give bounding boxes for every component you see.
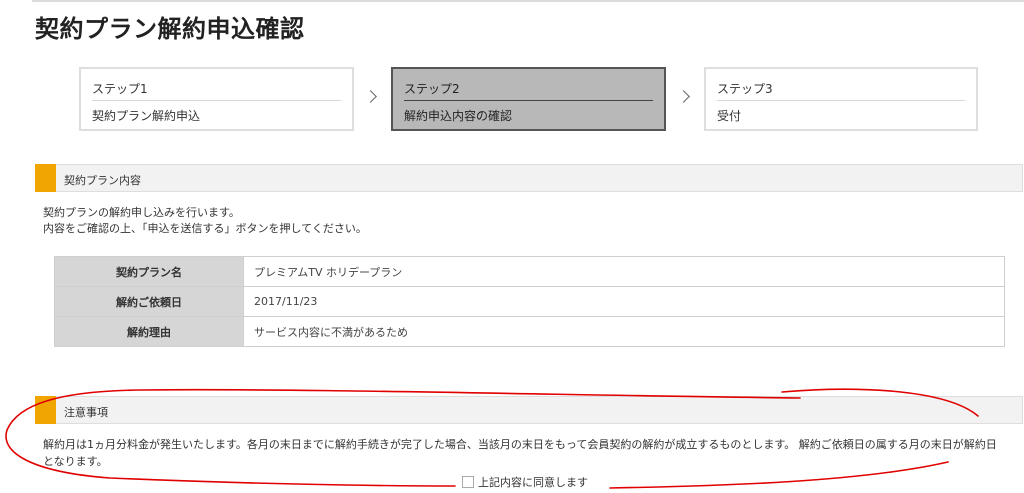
step-2-current: ステップ2 解約申込内容の確認 — [391, 67, 666, 131]
row-value: 2017/11/23 — [243, 286, 1005, 317]
row-value: プレミアムTV ホリデープラン — [243, 256, 1005, 287]
step-number: ステップ2 — [404, 82, 460, 96]
notice-section-header: 注意事項 — [35, 396, 1023, 424]
step-divider — [92, 100, 341, 101]
row-label: 解約理由 — [54, 316, 244, 347]
plan-section-header: 契約プラン内容 — [35, 164, 1023, 192]
step-divider — [717, 100, 965, 101]
step-1: ステップ1 契約プラン解約申込 — [79, 67, 354, 131]
chevron-right-icon — [677, 90, 690, 103]
description-line: 内容をご確認の上、「申込を送信する」ボタンを押してください。 — [43, 222, 367, 235]
top-divider — [32, 0, 1024, 2]
agree-checkbox-row[interactable]: 上記内容に同意します — [462, 474, 588, 490]
table-row: 解約理由 サービス内容に不満があるため — [54, 316, 1005, 347]
step-label: 受付 — [717, 109, 742, 123]
row-label: 解約ご依頼日 — [54, 286, 244, 317]
section-accent-bar — [35, 164, 56, 192]
table-row: 契約プラン名 プレミアムTV ホリデープラン — [54, 256, 1005, 287]
step-number: ステップ1 — [92, 82, 148, 96]
step-divider — [404, 100, 653, 101]
section-accent-bar — [35, 396, 56, 424]
step-number: ステップ3 — [717, 82, 773, 96]
step-3: ステップ3 受付 — [704, 67, 978, 131]
row-value: サービス内容に不満があるため — [243, 316, 1005, 347]
table-row: 解約ご依頼日 2017/11/23 — [54, 286, 1005, 317]
step-label: 解約申込内容の確認 — [404, 109, 513, 123]
agree-label: 上記内容に同意します — [478, 476, 588, 489]
description-line: 契約プランの解約申し込みを行います。 — [43, 206, 240, 219]
section-title: 注意事項 — [64, 406, 108, 419]
row-label: 契約プラン名 — [54, 256, 244, 287]
agree-checkbox[interactable] — [462, 476, 474, 488]
plan-details-table: 契約プラン名 プレミアムTV ホリデープラン 解約ご依頼日 2017/11/23… — [54, 256, 1005, 347]
notice-text: 解約月は1ヵ月分料金が発生いたします。各月の末日までに解約手続きが完了した場合、… — [43, 438, 997, 468]
step-label: 契約プラン解約申込 — [92, 109, 201, 123]
chevron-right-icon — [364, 90, 377, 103]
section-title: 契約プラン内容 — [64, 174, 141, 187]
page-title: 契約プラン解約申込確認 — [35, 15, 305, 43]
plan-description: 契約プランの解約申し込みを行います。 内容をご確認の上、「申込を送信する」ボタン… — [43, 205, 367, 237]
